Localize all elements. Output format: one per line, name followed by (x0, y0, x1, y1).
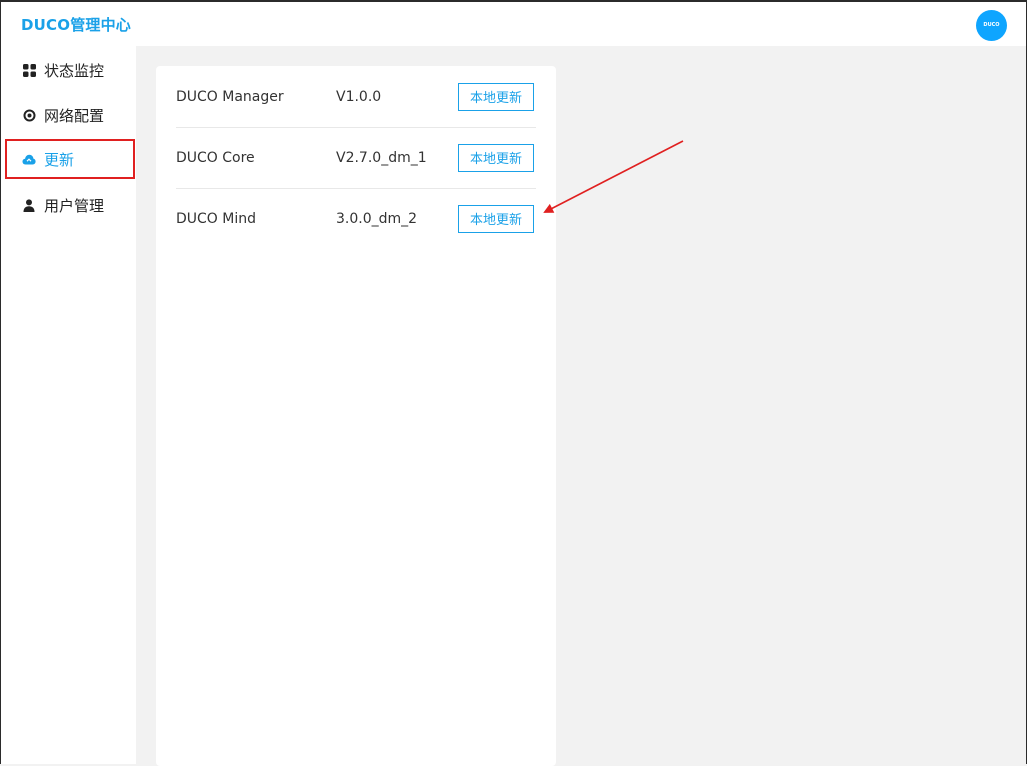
sidebar-item-status-monitor[interactable]: 状态监控 (5, 50, 135, 90)
list-item: DUCO Mind 3.0.0_dm_2 本地更新 (176, 188, 536, 249)
cloud-icon (22, 152, 36, 166)
sidebar-item-label: 更新 (44, 150, 75, 169)
sidebar-item-network-config[interactable]: 网络配置 (5, 95, 135, 135)
update-panel: DUCO Manager V1.0.0 本地更新 DUCO Core V2.7.… (156, 66, 556, 766)
sidebar-item-user-management[interactable]: 用户管理 (5, 185, 135, 225)
sidebar-item-label: 状态监控 (44, 61, 105, 80)
sidebar-item-label: 用户管理 (44, 196, 105, 215)
grid-icon (22, 63, 36, 77)
sidebar-item-update[interactable]: 更新 (5, 139, 135, 179)
list-item: DUCO Core V2.7.0_dm_1 本地更新 (176, 127, 536, 189)
avatar[interactable]: DUCO (976, 10, 1007, 41)
local-update-button[interactable]: 本地更新 (458, 204, 534, 233)
component-name: DUCO Mind (176, 210, 257, 227)
component-version: 3.0.0_dm_2 (336, 210, 418, 227)
component-name: DUCO Manager (176, 88, 284, 105)
top-bar: DUCO管理中心 DUCO (0, 0, 1027, 46)
list-item: DUCO Manager V1.0.0 本地更新 (176, 66, 536, 128)
sidebar-item-label: 网络配置 (44, 106, 105, 125)
sidebar: 状态监控 网络配置 更新 用户管理 (0, 46, 136, 764)
component-version: V1.0.0 (336, 88, 382, 105)
user-icon (22, 198, 36, 212)
local-update-button[interactable]: 本地更新 (458, 143, 534, 172)
component-name: DUCO Core (176, 149, 255, 166)
target-icon (22, 108, 36, 122)
app-title: DUCO管理中心 (21, 16, 131, 34)
component-version: V2.7.0_dm_1 (336, 149, 427, 166)
local-update-button[interactable]: 本地更新 (458, 82, 534, 111)
